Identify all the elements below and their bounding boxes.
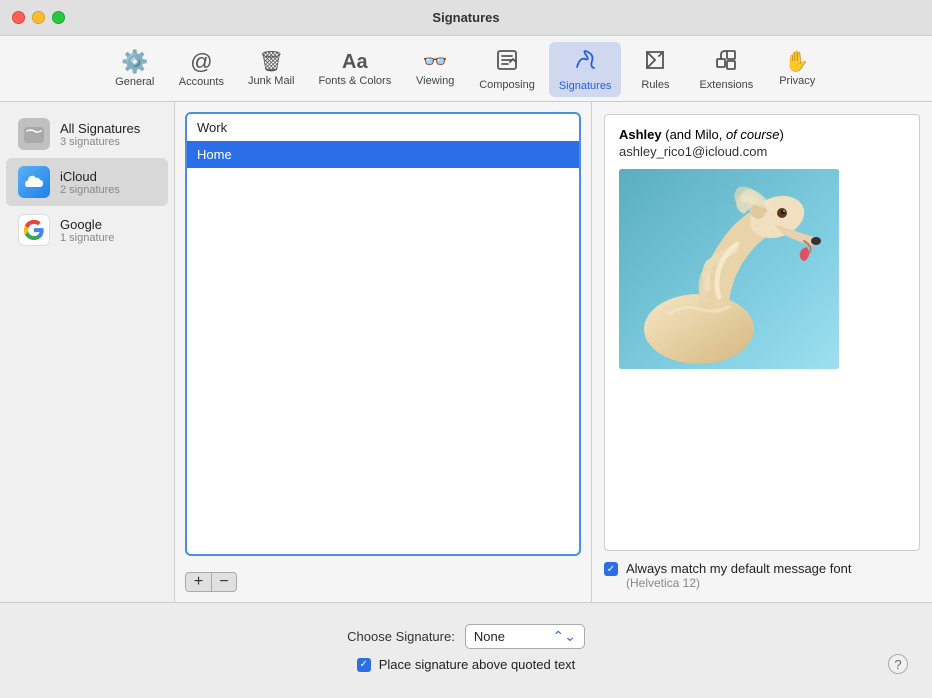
toolbar-signatures[interactable]: Signatures <box>549 42 622 97</box>
junk-mail-label: Junk Mail <box>248 75 294 87</box>
sig-name-rest: (and Milo, <box>662 127 726 142</box>
traffic-lights <box>12 11 65 24</box>
toolbar-composing[interactable]: Composing <box>469 43 545 96</box>
choose-signature-label: Choose Signature: <box>347 629 455 644</box>
composing-label: Composing <box>479 79 535 91</box>
main-content: All Signatures 3 signatures iCloud 2 sig… <box>0 102 932 692</box>
signature-name-line: Ashley (and Milo, of course) <box>619 127 905 142</box>
accounts-icon: @ <box>190 51 212 73</box>
all-signatures-icon <box>18 118 50 150</box>
remove-signature-button[interactable]: − <box>211 572 237 592</box>
place-sig-checkbox[interactable]: ✓ <box>357 658 371 672</box>
rules-label: Rules <box>641 79 669 91</box>
toolbar-fonts-colors[interactable]: Aa Fonts & Colors <box>308 47 401 92</box>
fonts-colors-label: Fonts & Colors <box>318 75 391 87</box>
select-arrows-icon: ⌃⌄ <box>552 628 575 645</box>
close-button[interactable] <box>12 11 25 24</box>
toolbar-viewing[interactable]: 👓 Viewing <box>405 47 465 92</box>
toolbar-rules[interactable]: Rules <box>625 43 685 96</box>
maximize-button[interactable] <box>52 11 65 24</box>
all-signatures-name: All Signatures <box>60 121 140 136</box>
general-label: General <box>115 76 154 88</box>
choose-sig-row: Choose Signature: None ⌃⌄ <box>347 624 585 649</box>
place-signature-label: Place signature above quoted text <box>379 657 576 672</box>
general-icon: ⚙️ <box>121 51 148 73</box>
add-signature-button[interactable]: + <box>185 572 211 592</box>
sig-buttons: + − <box>175 566 591 602</box>
content-area: All Signatures 3 signatures iCloud 2 sig… <box>0 102 932 602</box>
right-panel: Ashley (and Milo, of course) ashley_rico… <box>592 102 932 602</box>
font-match-row: ✓ Always match my default message font <box>604 561 920 576</box>
signature-item-home[interactable]: Home <box>187 141 579 168</box>
place-sig-row: ✓ Place signature above quoted text ? <box>10 657 922 672</box>
help-button[interactable]: ? <box>888 654 908 674</box>
signatures-icon <box>572 47 598 77</box>
sig-name-italic: of course <box>726 127 779 142</box>
font-match-label: Always match my default message font <box>626 561 851 576</box>
icloud-icon <box>18 166 50 198</box>
google-text: Google 1 signature <box>60 217 114 244</box>
fonts-colors-icon: Aa <box>342 52 368 72</box>
toolbar-general[interactable]: ⚙️ General <box>105 46 165 93</box>
font-match-checkbox[interactable]: ✓ <box>604 562 618 576</box>
signature-item-work[interactable]: Work <box>187 114 579 141</box>
rules-icon <box>643 48 667 76</box>
icloud-name: iCloud <box>60 169 120 184</box>
extensions-icon <box>714 48 738 76</box>
signature-dog-image <box>619 169 839 369</box>
choose-signature-select[interactable]: None ⌃⌄ <box>465 624 585 649</box>
icloud-count: 2 signatures <box>60 184 120 196</box>
sidebar-item-google[interactable]: Google 1 signature <box>6 206 168 254</box>
extensions-label: Extensions <box>699 79 753 91</box>
all-signatures-text: All Signatures 3 signatures <box>60 121 140 148</box>
choose-signature-value: None <box>474 629 505 644</box>
signature-email: ashley_rico1@icloud.com <box>619 144 905 159</box>
bottom-bar: Choose Signature: None ⌃⌄ ✓ Place signat… <box>0 602 932 692</box>
sidebar-item-icloud[interactable]: iCloud 2 signatures <box>6 158 168 206</box>
signatures-label: Signatures <box>559 80 612 92</box>
toolbar-junk-mail[interactable]: 🗑 Junk Mail <box>238 47 304 92</box>
signature-preview: Ashley (and Milo, of course) ashley_rico… <box>604 114 920 551</box>
minimize-button[interactable] <box>32 11 45 24</box>
toolbar-privacy[interactable]: ✋ Privacy <box>767 47 827 92</box>
font-hint: (Helvetica 12) <box>626 576 920 590</box>
sidebar-item-all-signatures[interactable]: All Signatures 3 signatures <box>6 110 168 158</box>
google-icon <box>18 214 50 246</box>
google-name: Google <box>60 217 114 232</box>
toolbar-extensions[interactable]: Extensions <box>689 43 763 96</box>
privacy-label: Privacy <box>779 75 815 87</box>
viewing-icon: 👓 <box>423 52 448 72</box>
viewing-label: Viewing <box>416 75 454 87</box>
sig-name-bold: Ashley <box>619 127 662 142</box>
toolbar-accounts[interactable]: @ Accounts <box>169 46 234 93</box>
privacy-icon: ✋ <box>785 52 810 72</box>
composing-icon <box>495 48 519 76</box>
google-count: 1 signature <box>60 232 114 244</box>
signatures-list[interactable]: Work Home <box>185 112 581 556</box>
accounts-label: Accounts <box>179 76 224 88</box>
sidebar: All Signatures 3 signatures iCloud 2 sig… <box>0 102 175 602</box>
junk-mail-icon: 🗑 <box>259 52 284 72</box>
all-signatures-count: 3 signatures <box>60 136 140 148</box>
titlebar: Signatures <box>0 0 932 36</box>
icloud-text: iCloud 2 signatures <box>60 169 120 196</box>
toolbar: ⚙️ General @ Accounts 🗑 Junk Mail Aa Fon… <box>0 36 932 102</box>
center-panel: Work Home + − <box>175 102 592 602</box>
window-title: Signatures <box>432 10 499 25</box>
sig-name-close: ) <box>779 127 783 142</box>
